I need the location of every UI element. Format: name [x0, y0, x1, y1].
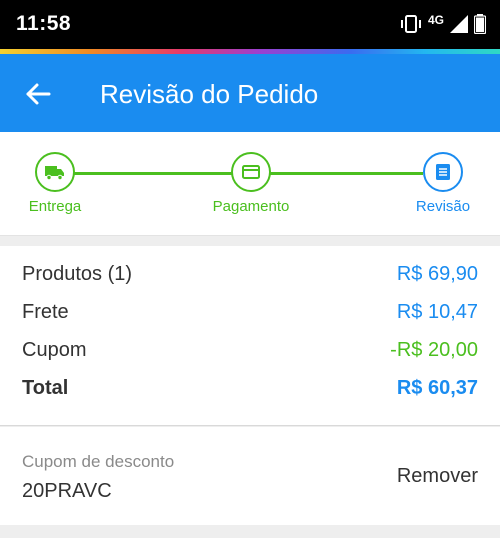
summary-label: Produtos (1)	[22, 262, 133, 285]
step-revisao[interactable]	[423, 152, 463, 192]
summary-value: -R$ 20,00	[390, 338, 478, 361]
summary-row-total: Total R$ 60,37	[22, 375, 478, 401]
step-label-pagamento: Pagamento	[212, 198, 290, 215]
status-time: 11:58	[16, 12, 72, 35]
step-connector	[270, 172, 423, 175]
summary-label: Cupom	[22, 338, 87, 361]
summary-row-cupom: Cupom -R$ 20,00	[22, 337, 478, 363]
order-summary: Produtos (1) R$ 69,90 Frete R$ 10,47 Cup…	[0, 246, 500, 426]
step-entrega[interactable]	[35, 152, 75, 192]
summary-label: Frete	[22, 300, 69, 323]
step-pagamento[interactable]	[231, 152, 271, 192]
summary-row-produtos: Produtos (1) R$ 69,90	[22, 261, 478, 287]
summary-value: R$ 10,47	[396, 300, 478, 323]
app-bar: Revisão do Pedido	[0, 54, 500, 132]
total-label: Total	[22, 376, 69, 399]
status-icons: 4G	[400, 12, 486, 36]
coupon-label: Cupom de desconto	[22, 452, 175, 471]
vibrate-icon	[400, 15, 421, 33]
page-title: Revisão do Pedido	[100, 79, 319, 109]
credit-card-icon	[242, 165, 260, 179]
coupon-section: Cupom de desconto 20PRAVC Remover	[0, 427, 500, 525]
arrow-left-icon[interactable]	[22, 78, 54, 110]
step-label-revisao: Revisão	[415, 198, 471, 215]
step-connector	[74, 172, 232, 175]
coupon-code: 20PRAVC	[22, 480, 112, 502]
signal-icon	[450, 15, 468, 33]
total-value: R$ 60,37	[396, 376, 478, 399]
network-type: 4G	[427, 13, 444, 27]
truck-icon	[45, 166, 64, 180]
summary-row-frete: Frete R$ 10,47	[22, 299, 478, 325]
remove-coupon-button[interactable]: Remover	[397, 465, 478, 488]
checkout-stepper: Entrega Pagamento Revisão	[0, 132, 500, 236]
status-bar: 11:58 4G	[0, 0, 500, 50]
battery-icon	[474, 14, 486, 34]
receipt-icon	[436, 164, 450, 180]
summary-value: R$ 69,90	[396, 262, 478, 285]
step-label-entrega: Entrega	[28, 198, 82, 215]
